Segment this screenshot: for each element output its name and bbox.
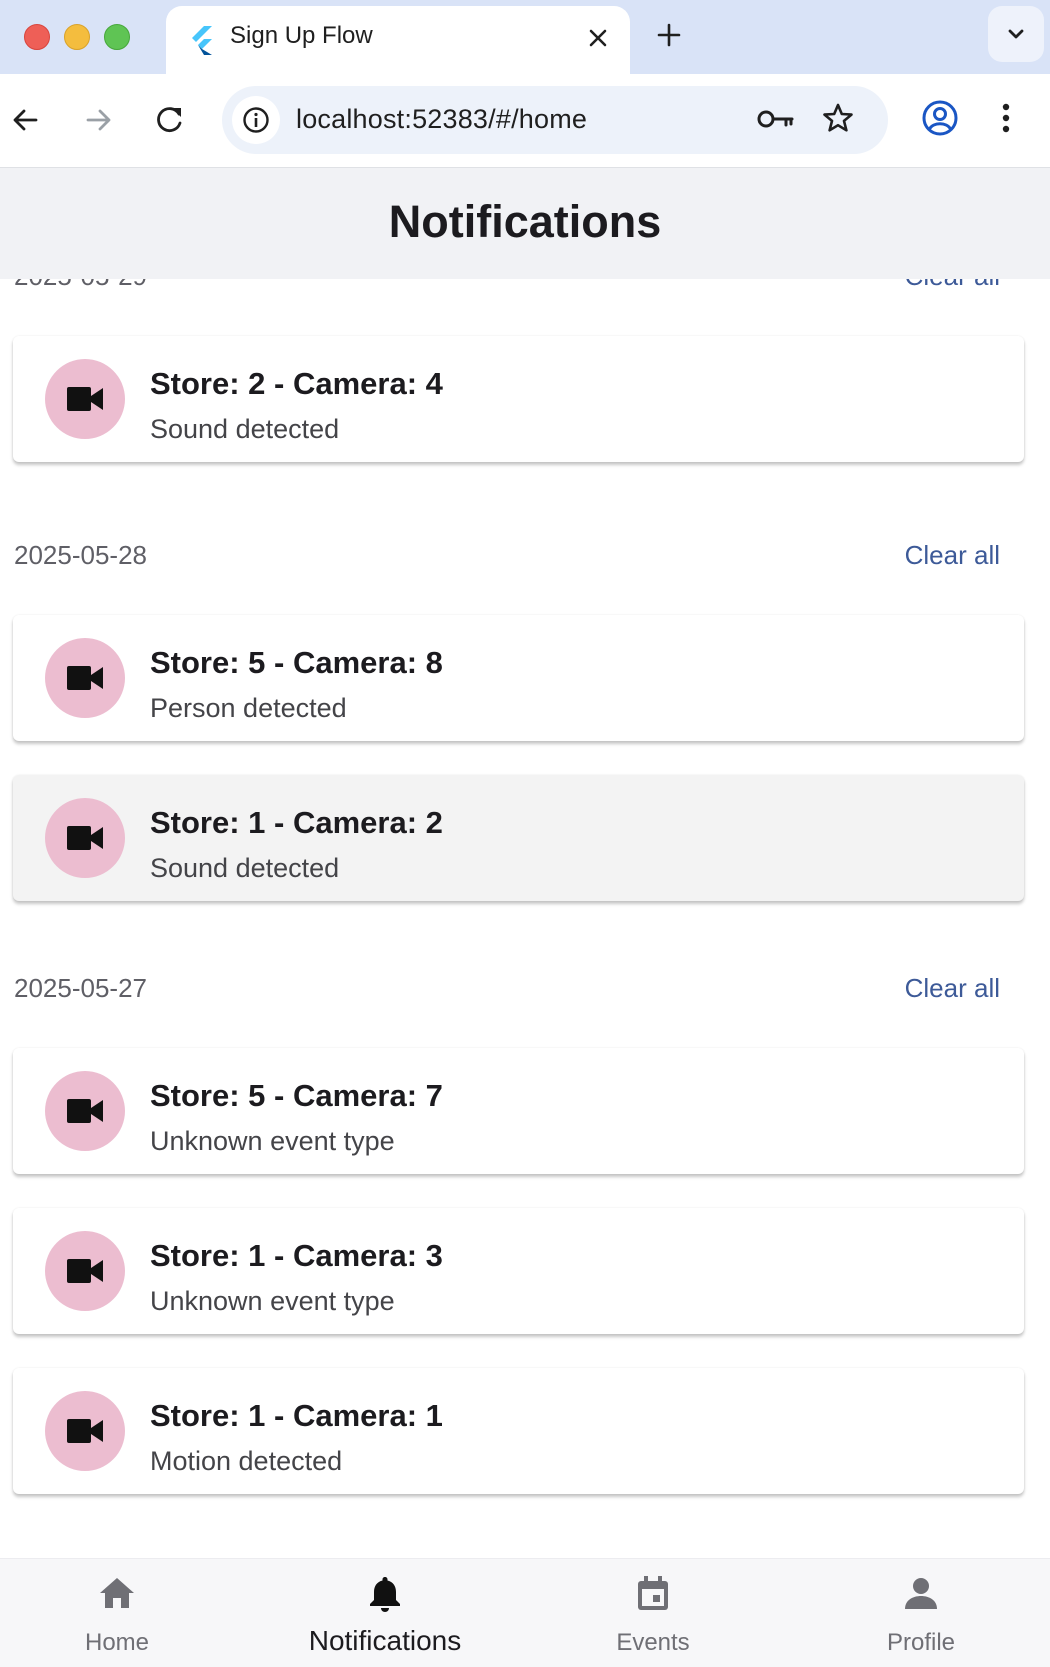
card-title: Store: 1 - Camera: 1 (150, 1398, 443, 1433)
nav-item-notifications[interactable]: Notifications (254, 1559, 516, 1667)
notification-list[interactable]: 2025-05-29 Clear all Store: 2 - Camera: … (0, 243, 1050, 1494)
avatar (45, 1071, 125, 1151)
forward-arrow-icon[interactable] (80, 102, 116, 138)
card-subtitle: Motion detected (150, 1446, 343, 1476)
flutter-logo-icon (192, 26, 212, 55)
nav-label: Notifications (308, 1625, 462, 1656)
browser-toolbar: localhost:52383/#/home (0, 74, 1050, 168)
tab-search-button[interactable] (988, 6, 1044, 62)
person-icon (905, 1578, 937, 1609)
videocam-icon (67, 1099, 103, 1123)
card-subtitle: Sound detected (150, 853, 340, 883)
card-subtitle: Unknown event type (150, 1126, 395, 1156)
info-icon (243, 107, 269, 133)
card-subtitle: Sound detected (150, 414, 340, 444)
more-vert-icon[interactable] (996, 98, 1016, 138)
reload-icon[interactable] (152, 102, 188, 138)
card-title: Store: 5 - Camera: 7 (150, 1078, 443, 1113)
nav-item-home[interactable]: Home (0, 1559, 248, 1667)
notification-card[interactable]: Store: 1 - Camera: 2 Sound detected (13, 775, 1024, 901)
card-subtitle: Person detected (150, 693, 347, 723)
notification-card[interactable]: Store: 1 - Camera: 3 Unknown event type (13, 1208, 1024, 1334)
card-subtitle: Unknown event type (150, 1286, 395, 1316)
nav-item-events[interactable]: Events (522, 1559, 784, 1667)
videocam-icon (67, 666, 103, 690)
group-date: 2025-05-28 (14, 540, 147, 570)
card-title: Store: 1 - Camera: 3 (150, 1238, 443, 1273)
bookmark-star-icon[interactable] (822, 102, 854, 134)
new-tab-icon[interactable] (654, 20, 684, 50)
group-header: 2025-05-27 Clear all (0, 955, 1050, 1025)
page-title: Notifications (388, 196, 662, 247)
bottom-navigation-bar: Home Notifications Events Profile (0, 1558, 1050, 1667)
nav-label: Profile (886, 1629, 956, 1656)
avatar (45, 798, 125, 878)
browser-tab[interactable]: Sign Up Flow (166, 6, 630, 74)
notification-card[interactable]: Store: 1 - Camera: 1 Motion detected (13, 1368, 1024, 1494)
group-header: 2025-05-28 Clear all (0, 522, 1050, 592)
notification-card[interactable]: Store: 5 - Camera: 8 Person detected (13, 615, 1024, 741)
profile-account-icon[interactable] (920, 98, 960, 138)
window-minimize-button[interactable] (64, 24, 90, 50)
notification-group: 2025-05-27 Clear all Store: 5 - Camera: … (0, 955, 1050, 1494)
site-info-button[interactable] (232, 96, 280, 144)
avatar (45, 1231, 125, 1311)
app-bar: Notifications (0, 168, 1050, 279)
card-title: Store: 2 - Camera: 4 (150, 366, 443, 401)
chevron-down-icon (1008, 29, 1024, 39)
close-tab-icon[interactable] (586, 26, 610, 50)
nav-item-profile[interactable]: Profile (790, 1559, 1050, 1667)
app-viewport: Notifications 2025-05-29 Clear all Store… (0, 168, 1050, 1558)
notification-group: 2025-05-28 Clear all Store: 5 - Camera: … (0, 522, 1050, 901)
bell-icon (370, 1577, 400, 1612)
browser-tab-bar: Sign Up Flow (0, 0, 1050, 74)
window-zoom-button[interactable] (104, 24, 130, 50)
clear-all-button[interactable]: Clear all (905, 973, 1000, 1004)
avatar (45, 359, 125, 439)
card-title: Store: 5 - Camera: 8 (150, 645, 443, 680)
window-close-button[interactable] (24, 24, 50, 50)
clear-all-button[interactable]: Clear all (905, 540, 1000, 571)
home-icon (100, 1578, 134, 1608)
group-date: 2025-05-27 (14, 973, 147, 1003)
notification-card[interactable]: Store: 2 - Camera: 4 Sound detected (13, 336, 1024, 462)
nav-label: Events (616, 1629, 690, 1656)
videocam-icon (67, 387, 103, 411)
videocam-icon (67, 1259, 103, 1283)
card-title: Store: 1 - Camera: 2 (150, 805, 443, 840)
nav-label: Home (84, 1629, 150, 1656)
tab-title: Sign Up Flow (230, 22, 373, 49)
avatar (45, 1391, 125, 1471)
avatar (45, 638, 125, 718)
videocam-icon (67, 826, 103, 850)
notification-card[interactable]: Store: 5 - Camera: 7 Unknown event type (13, 1048, 1024, 1174)
calendar-icon (638, 1576, 668, 1610)
videocam-icon (67, 1419, 103, 1443)
address-bar[interactable]: localhost:52383/#/home (222, 86, 888, 154)
url-text: localhost:52383/#/home (296, 104, 588, 134)
key-icon[interactable] (756, 104, 796, 134)
back-arrow-icon[interactable] (8, 102, 44, 138)
